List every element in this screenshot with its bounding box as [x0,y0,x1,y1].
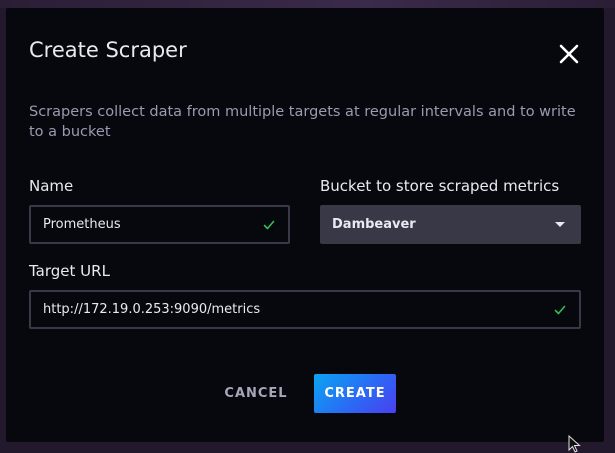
name-label: Name [29,177,74,195]
target-url-field-value: http://172.19.0.253:9090/metrics [43,302,261,317]
target-url-label: Target URL [29,262,110,280]
name-field-value: Prometheus [43,217,121,232]
check-icon [263,220,275,230]
bucket-label: Bucket to store scraped metrics [320,177,560,195]
close-button[interactable] [556,41,582,67]
dialog-description: Scrapers collect data from multiple targ… [29,104,576,140]
name-field[interactable]: Prometheus [29,205,290,244]
caret-down-icon [555,222,565,227]
mouse-cursor-icon [568,435,581,453]
dialog-title: Create Scraper [29,38,187,62]
bucket-select-value: Dambeaver [332,217,416,232]
cancel-button[interactable]: CANCEL [216,375,296,413]
create-scraper-dialog: Create Scraper Scrapers collect data fro… [6,8,604,442]
create-button[interactable]: CREATE [314,374,396,413]
bucket-select[interactable]: Dambeaver [320,205,581,244]
check-icon [554,305,566,315]
page-backdrop [0,0,615,8]
target-url-field[interactable]: http://172.19.0.253:9090/metrics [29,290,581,329]
close-icon [559,44,579,64]
